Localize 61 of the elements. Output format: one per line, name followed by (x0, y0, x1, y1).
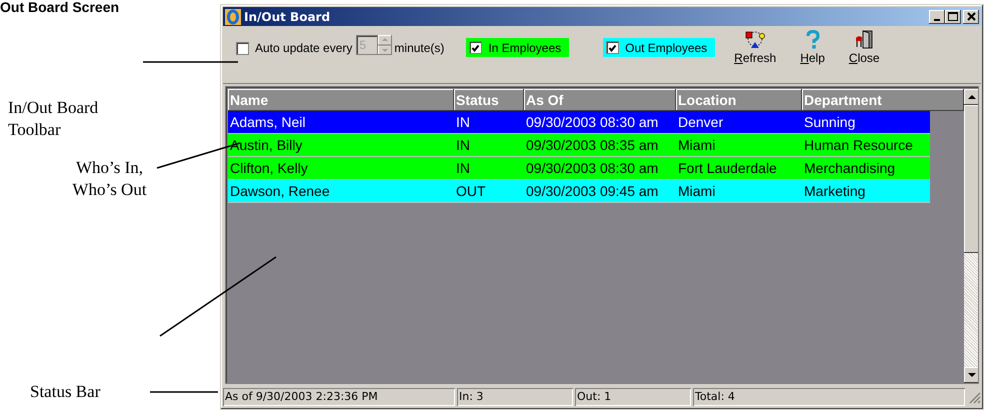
table-cell-text: 09/30/2003 08:30 am (525, 159, 660, 178)
table-cell-text: Fort Lauderdale (677, 159, 778, 178)
filter-checkbox[interactable]: In Employees (466, 38, 570, 57)
scroll-down-icon (964, 367, 978, 383)
maximize-button[interactable] (945, 10, 961, 24)
table-cell-text: OUT (455, 182, 487, 201)
close-icon (966, 12, 976, 21)
unit-label: minute(s) (394, 41, 444, 55)
scroll-thumb[interactable] (964, 105, 978, 253)
table-cell-text: Merchandising (803, 159, 896, 178)
app-icon (225, 8, 241, 24)
table-cell-text: Clifton, Kelly (229, 159, 309, 178)
callout-label: Status Bar (30, 381, 100, 403)
table-cell-text: 09/30/2003 08:35 am (525, 136, 660, 155)
table-row[interactable]: Clifton, Kelly IN 09/30/2003 08:30 am Fort Lauderdale Merchandising (228, 157, 930, 179)
table-row[interactable]: Austin, Billy IN 09/30/2003 08:35 am Miami Human Resource (228, 134, 930, 156)
table-row[interactable]: Dawson, Renee OUT 09/30/2003 09:45 am Miami Marketing (228, 180, 930, 202)
table-cell-text: Human Resource (803, 136, 914, 155)
table-cell-text: Dawson, Renee (229, 182, 331, 201)
scroll-up-icon (964, 89, 978, 105)
check-mark-icon (608, 44, 618, 52)
spin-buttons[interactable] (378, 35, 392, 55)
check-mark-icon (471, 44, 480, 52)
table-cell-text: Sunning (803, 113, 856, 132)
status-pane: In: 3 (457, 388, 573, 406)
minimize-button[interactable] (929, 10, 945, 24)
table-cell-text: Marketing (803, 182, 866, 201)
table-cell-text: Denver (677, 113, 724, 132)
table-row[interactable]: Adams, Neil IN 09/30/2003 08:30 am Denver Sunning (228, 111, 930, 133)
checkbox-label: Auto update every (255, 41, 352, 55)
vertical-scrollbar[interactable] (964, 89, 978, 383)
table-cell-text: IN (455, 159, 471, 178)
table-cell-text: Austin, Billy (229, 136, 304, 155)
close-button[interactable] (963, 10, 979, 24)
window-title: In/Out Board (244, 10, 332, 24)
table-cell-text: Adams, Neil (229, 113, 306, 132)
table-cell-text: Miami (677, 136, 716, 155)
filter-label: In Employees (488, 40, 562, 54)
callout-label: Who’s In, Who’s Out (71, 157, 148, 201)
door-icon (854, 30, 874, 49)
toolbar-button[interactable]: Help (797, 28, 828, 67)
status-pane: Total: 4 (693, 388, 965, 406)
filter-label: Out Employees (625, 40, 708, 54)
table-cell-text: IN (455, 136, 471, 155)
status-pane: Out: 1 (575, 388, 691, 406)
page-heading: Out Board Screen (0, 0, 120, 15)
refresh-icon (745, 30, 766, 49)
leader-line (150, 391, 218, 393)
spinner-arrows-icon (378, 36, 392, 54)
toolbar-button[interactable]: Close (846, 28, 883, 67)
filter-checkbox[interactable]: Out Employees (603, 38, 716, 57)
resize-grip-icon (967, 390, 981, 404)
minimize-icon (934, 18, 940, 20)
table-cell-text: Miami (677, 182, 716, 201)
maximize-icon (948, 12, 958, 21)
status-pane: As of 9/30/2003 2:23:36 PM (223, 388, 455, 406)
table-cell-text: 09/30/2003 08:30 am (525, 113, 660, 132)
callout-label: In/Out Board Toolbar (8, 97, 100, 141)
table-cell-text: 09/30/2003 09:45 am (525, 182, 660, 201)
toolbar-button[interactable]: Refresh (731, 28, 780, 67)
table-cell-text: IN (455, 113, 471, 132)
